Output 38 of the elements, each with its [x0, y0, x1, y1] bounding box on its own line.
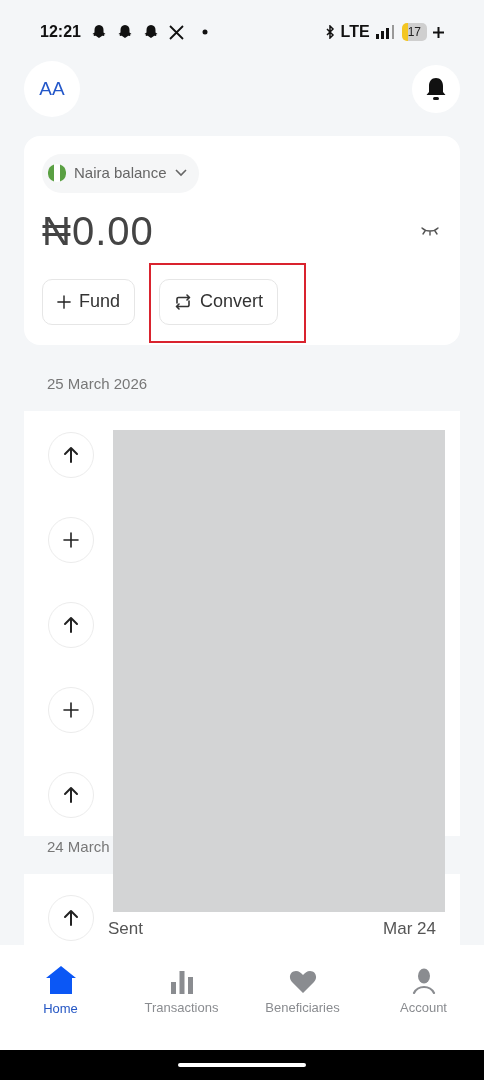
bell-icon	[425, 77, 447, 101]
nav-tab[interactable]: Account	[363, 965, 484, 1017]
notification-button[interactable]	[412, 65, 460, 113]
heart-icon	[288, 969, 317, 994]
signal-icon	[375, 25, 396, 39]
arrow-up-icon	[63, 446, 79, 464]
dot-icon	[201, 29, 208, 35]
arrow-up-icon	[63, 909, 79, 927]
currency-selector[interactable]: Naira balance	[42, 154, 199, 193]
network-label: LTE	[340, 22, 370, 42]
avatar-button[interactable]: AA	[24, 61, 80, 117]
charging-plus-icon	[433, 26, 444, 38]
plus-icon	[63, 532, 79, 548]
chevron-down-icon	[174, 169, 187, 178]
plus-icon	[57, 294, 71, 309]
nav-tab[interactable]: Beneficiaries	[242, 965, 363, 1017]
action-button[interactable]: Fund	[42, 278, 136, 325]
status-time: 12:21	[40, 22, 81, 42]
date-header: 24 March	[47, 836, 110, 857]
arrow-up-icon	[63, 786, 79, 804]
nav-tab[interactable]: Home	[0, 965, 121, 1017]
arrow-up-icon	[63, 616, 79, 634]
battery-indicator: 17	[401, 23, 427, 41]
home-icon	[44, 965, 77, 995]
date-header: 25 March 2026	[47, 373, 148, 394]
nav-tab[interactable]: Transactions	[121, 965, 242, 1017]
bar-chart-icon	[169, 969, 194, 994]
x-logo-icon	[168, 24, 184, 40]
eye-closed-icon[interactable]	[420, 225, 440, 236]
flag-icon	[48, 164, 66, 183]
balance-amount: ₦0.00	[42, 207, 154, 255]
bluetooth-icon	[324, 25, 335, 39]
transaction-status: Sent	[108, 918, 143, 941]
person-icon	[411, 967, 436, 994]
transaction-date: Mar 24	[383, 918, 436, 941]
action-button[interactable]: Convert	[159, 278, 279, 325]
plus-icon	[63, 702, 79, 718]
convert-icon	[174, 293, 193, 310]
